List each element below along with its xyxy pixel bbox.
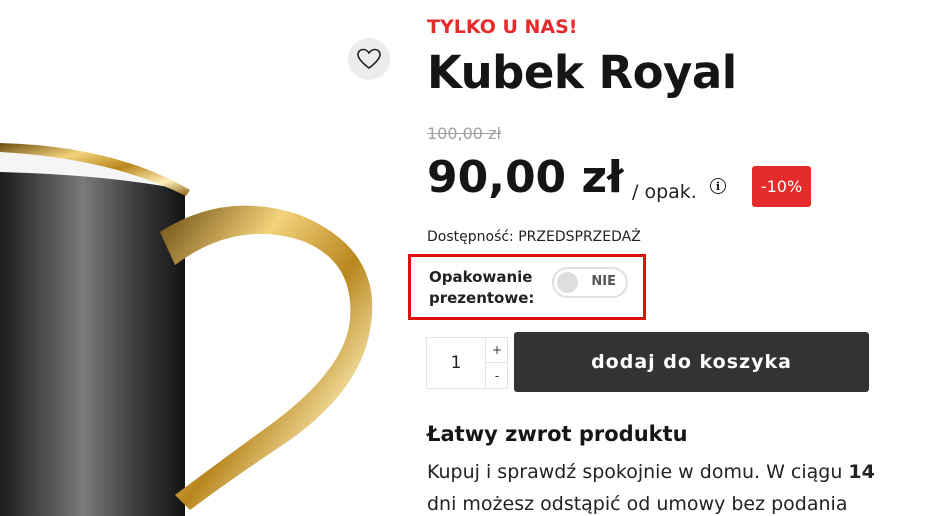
price-unit: / opak. [632, 181, 697, 203]
wishlist-button[interactable] [348, 38, 390, 80]
mug-image [0, 143, 373, 516]
toggle-state-text: NIE [591, 274, 616, 289]
product-image [0, 0, 410, 516]
returns-text-after: dni możesz odstąpić od umowy bez podania [427, 493, 848, 515]
quantity-stepper: 1 + - [426, 337, 508, 389]
returns-heading: Łatwy zwrot produktu [427, 422, 688, 446]
discount-badge: -10% [752, 166, 811, 207]
info-icon[interactable]: i [710, 178, 726, 194]
promo-label: TYLKO U NAS! [427, 16, 578, 38]
gift-wrap-label-line2: prezentowe: [429, 289, 535, 307]
toggle-knob [557, 272, 578, 293]
product-title: Kubek Royal [427, 46, 737, 99]
returns-text-before: Kupuj i sprawdź spokojnie w domu. W ciąg… [427, 461, 849, 483]
gift-wrap-toggle[interactable]: NIE [552, 267, 628, 298]
returns-text: Kupuj i sprawdź spokojnie w domu. W ciąg… [427, 456, 897, 516]
gift-wrap-label-line1: Opakowanie [429, 268, 533, 286]
quantity-input[interactable]: 1 [427, 338, 485, 388]
gift-wrap-option: Opakowanie prezentowe: NIE [408, 254, 646, 320]
gift-wrap-label: Opakowanie prezentowe: [429, 267, 534, 309]
old-price: 100,00 zł [427, 124, 502, 143]
quantity-increase-button[interactable]: + [485, 338, 508, 363]
current-price: 90,00 zł [427, 152, 624, 203]
returns-days: 14 [848, 461, 875, 483]
add-to-cart-button[interactable]: dodaj do koszyka [514, 332, 869, 392]
heart-icon [357, 48, 381, 70]
quantity-decrease-button[interactable]: - [485, 363, 508, 388]
availability-status: Dostępność: PRZEDSPRZEDAŻ [427, 229, 641, 245]
